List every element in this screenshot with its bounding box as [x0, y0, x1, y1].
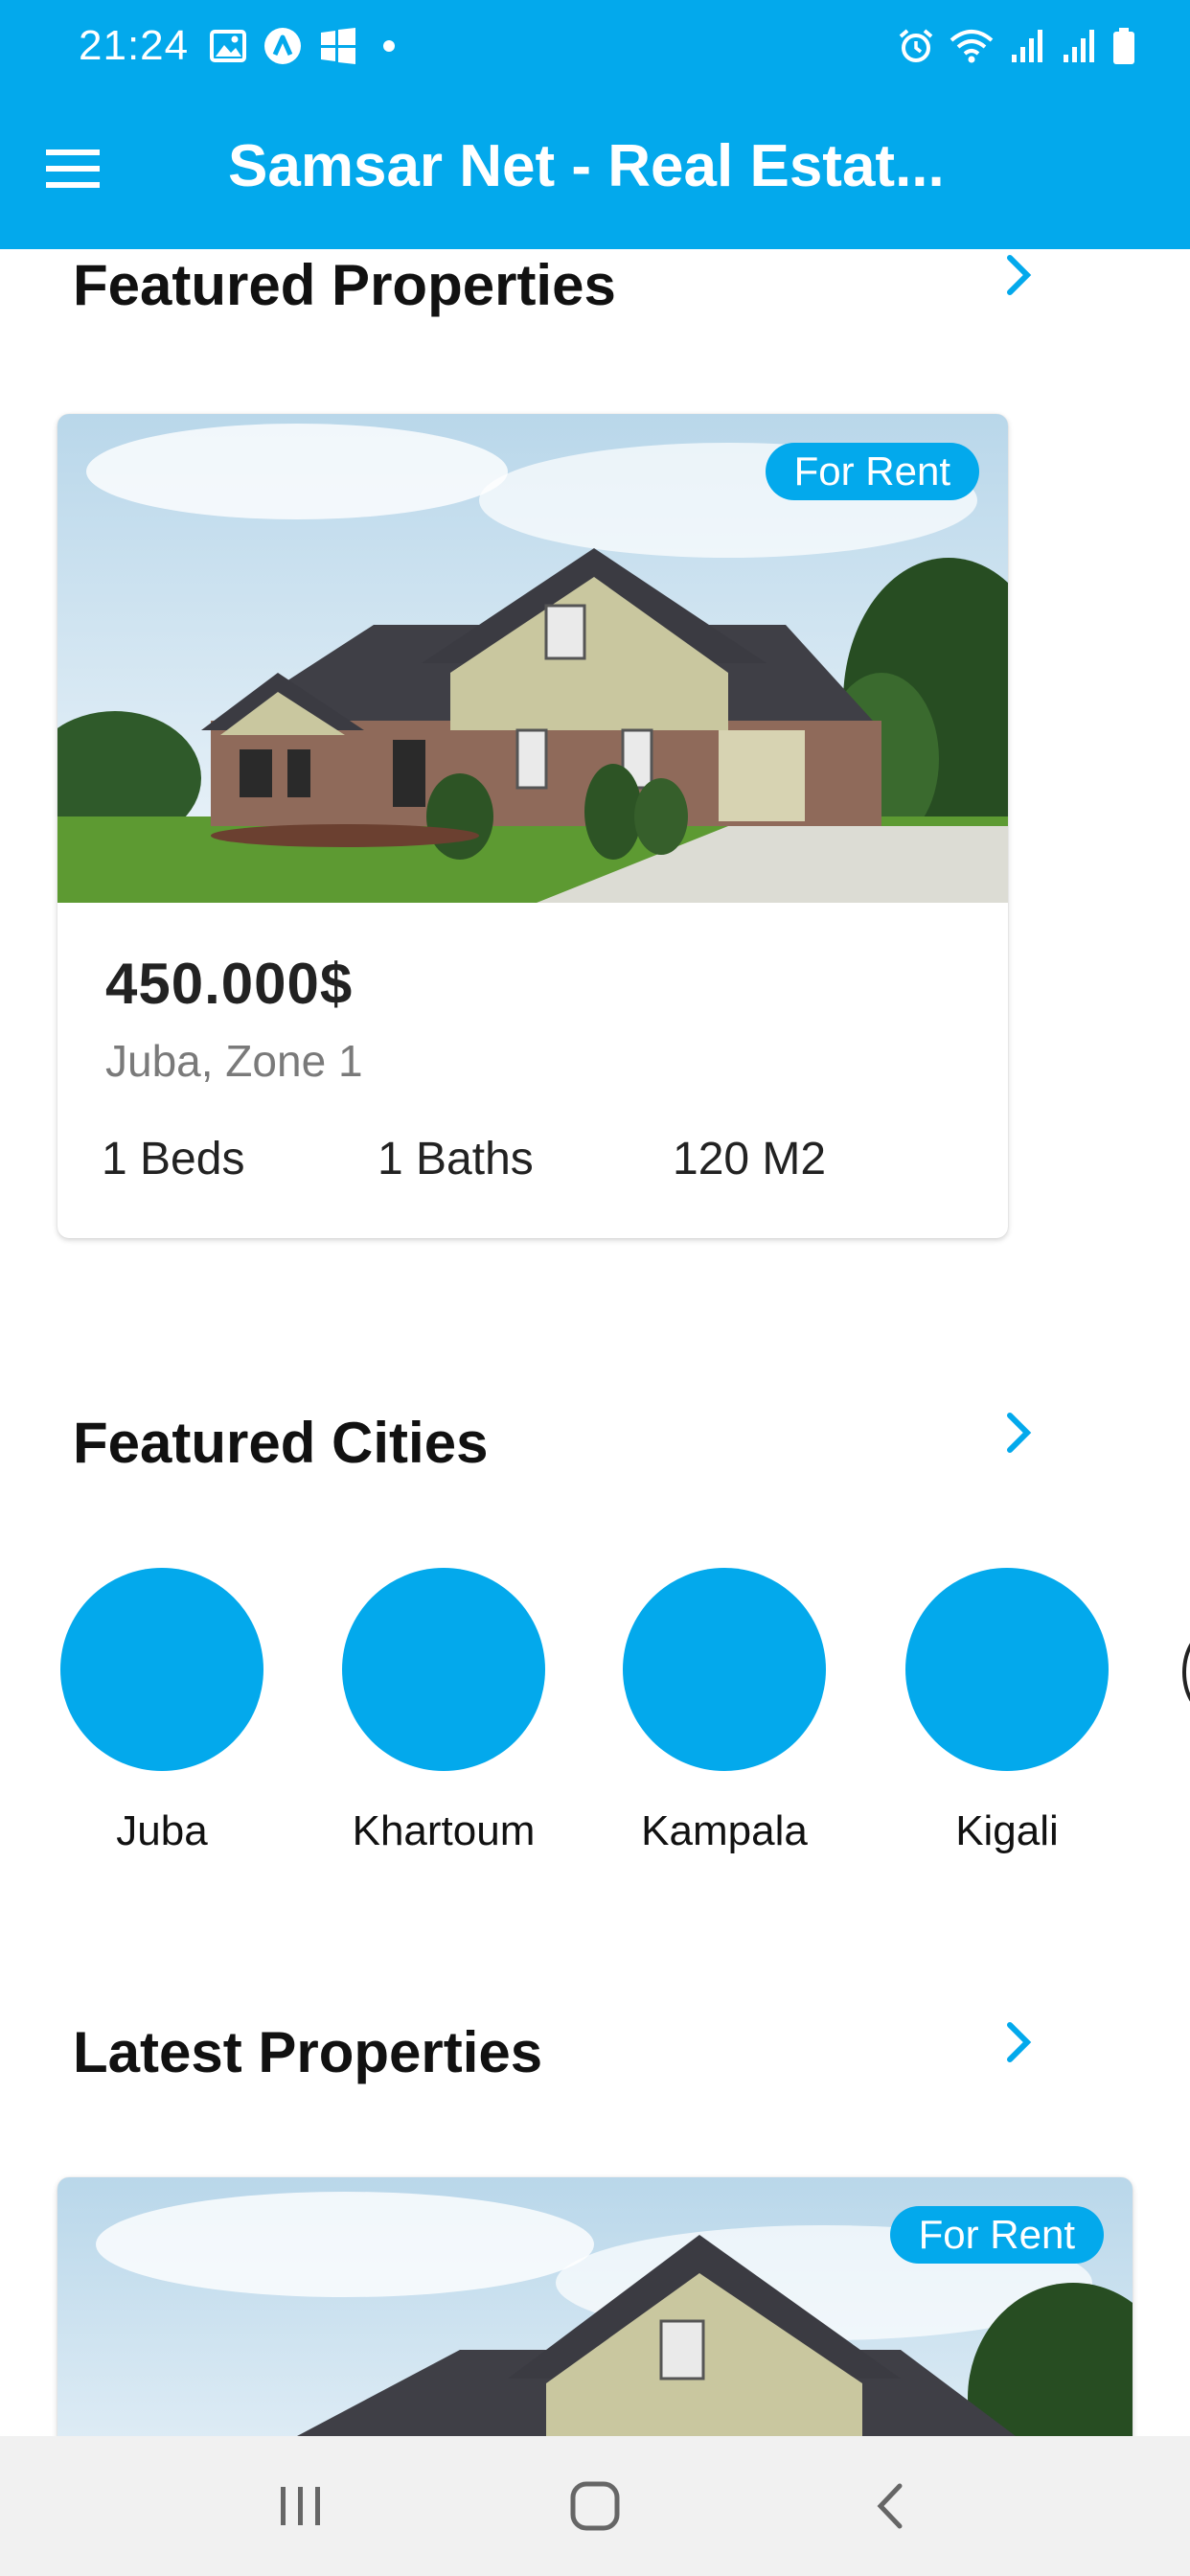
- featured-properties-title: Featured Properties: [73, 252, 616, 317]
- city-name: Kigali: [955, 1807, 1059, 1854]
- city-image: [905, 1568, 1109, 1771]
- property-location: Juba, Zone 1: [105, 1036, 363, 1086]
- featured-properties-header: Featured Properties: [73, 242, 1069, 328]
- menu-button[interactable]: [38, 134, 107, 203]
- dot-icon: [383, 40, 396, 52]
- city-image: [342, 1568, 545, 1771]
- featured-cities-more-button[interactable]: [985, 1399, 1052, 1466]
- city-item-partial[interactable]: [1182, 1629, 1190, 1715]
- featured-cities-title: Featured Cities: [73, 1410, 489, 1475]
- status-right-icons: [897, 27, 1136, 65]
- signal-icon: [1012, 30, 1042, 62]
- alarm-icon: [899, 29, 933, 62]
- for-rent-badge: For Rent: [889, 2206, 1104, 2264]
- city-item-juba[interactable]: Juba: [60, 1568, 263, 1855]
- wifi-icon: [950, 30, 994, 63]
- hamburger-menu-icon: [46, 150, 100, 188]
- back-button[interactable]: [832, 2458, 947, 2554]
- property-area: 120 M2: [673, 1134, 827, 1184]
- featured-properties-more-button[interactable]: [985, 242, 1052, 309]
- city-item-khartoum[interactable]: Khartoum: [342, 1568, 545, 1855]
- app-bar: Samsar Net - Real Estat...: [0, 92, 1190, 249]
- windows-icon: [321, 28, 356, 64]
- latest-properties-header: Latest Properties: [73, 2009, 1069, 2095]
- home-icon: [570, 2481, 620, 2531]
- property-beds: 1 Beds: [102, 1134, 245, 1184]
- home-button[interactable]: [538, 2458, 652, 2554]
- signal-icon: [1064, 30, 1094, 62]
- screen: 21:24 Samsar Net - Real Estat... Feature…: [0, 0, 1190, 2576]
- recent-apps-button[interactable]: [243, 2458, 358, 2554]
- property-baths: 1 Baths: [378, 1134, 534, 1184]
- latest-properties-title: Latest Properties: [73, 2019, 543, 2084]
- status-time: 21:24: [79, 22, 190, 69]
- property-price: 450.000$: [105, 952, 354, 1016]
- status-left-icons: [210, 27, 403, 65]
- system-nav-bar: [0, 2436, 1190, 2576]
- featured-cities-header: Featured Cities: [73, 1399, 1069, 1485]
- city-name: Juba: [116, 1807, 208, 1854]
- status-bar: 21:24: [0, 0, 1190, 92]
- city-item-kampala[interactable]: Kampala: [623, 1568, 826, 1855]
- for-rent-badge: For Rent: [765, 443, 979, 500]
- gallery-icon: [210, 30, 247, 62]
- city-image: [60, 1568, 263, 1771]
- battery-icon: [1113, 28, 1134, 64]
- city-image: [623, 1568, 826, 1771]
- city-name: Kampala: [641, 1807, 808, 1854]
- latest-properties-more-button[interactable]: [985, 2009, 1052, 2076]
- city-item-kigali[interactable]: Kigali: [905, 1568, 1109, 1855]
- chevron-right-icon: [1007, 1413, 1032, 1453]
- city-name: Khartoum: [352, 1807, 536, 1854]
- property-card[interactable]: For Rent 450.000$ Juba, Zone 1 1 Beds 1 …: [57, 414, 1008, 1238]
- app-a-icon: [264, 28, 302, 64]
- chevron-right-icon: [1007, 2022, 1032, 2062]
- recent-apps-icon: [280, 2487, 320, 2525]
- back-icon: [877, 2483, 903, 2529]
- chevron-right-icon: [1007, 255, 1032, 295]
- app-title: Samsar Net - Real Estat...: [228, 133, 945, 199]
